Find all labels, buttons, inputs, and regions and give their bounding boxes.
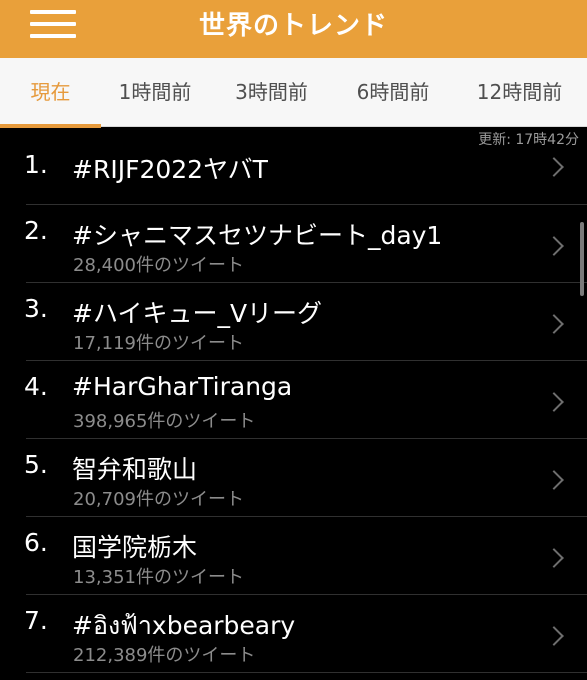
tab-now[interactable]: 現在	[0, 58, 101, 128]
trend-row[interactable]: 3. #ハイキュー_Vリーグ 17,119件のツイート	[0, 283, 587, 361]
app-header: 世界のトレンド	[0, 0, 587, 58]
tab-3-hours-ago[interactable]: 3時間前	[209, 58, 334, 127]
tweet-count: 28,400件のツイート	[73, 255, 244, 276]
chevron-right-icon	[544, 314, 564, 334]
trend-rank: 3.	[24, 294, 48, 323]
tab-12-hours-ago[interactable]: 12時間前	[452, 58, 587, 127]
trend-row[interactable]: 6. 国学院栃木 13,351件のツイート	[0, 517, 587, 595]
chevron-right-icon	[544, 157, 564, 177]
tweet-count: 20,709件のツイート	[73, 489, 244, 510]
chevron-right-icon	[544, 236, 564, 256]
tweet-count: 17,119件のツイート	[73, 333, 244, 354]
time-tabs: 現在 1時間前 3時間前 6時間前 12時間前	[0, 58, 587, 128]
scrollbar[interactable]	[580, 222, 584, 296]
trend-name: 国学院栃木	[72, 533, 198, 562]
trend-name: #ハイキュー_Vリーグ	[72, 299, 323, 328]
chevron-right-icon	[544, 548, 564, 568]
trend-rank: 2.	[24, 216, 48, 245]
tweet-count: 13,351件のツイート	[73, 567, 244, 588]
page-title: 世界のトレンド	[198, 11, 388, 41]
trend-rank: 6.	[24, 528, 48, 557]
trend-row[interactable]: 5. 智弁和歌山 20,709件のツイート	[0, 439, 587, 517]
tab-6-hours-ago[interactable]: 6時間前	[334, 58, 452, 127]
trend-name: #RIJF2022ヤバT	[72, 155, 268, 184]
trend-row[interactable]: 1. #RIJF2022ヤバT	[0, 127, 587, 205]
row-divider	[26, 672, 587, 673]
chevron-right-icon	[544, 392, 564, 412]
tab-1-hour-ago[interactable]: 1時間前	[101, 58, 209, 127]
trend-rank: 4.	[24, 372, 48, 401]
trend-name: #อิงฟ้าxbearbeary	[72, 611, 296, 640]
trend-row[interactable]: 4. #HarGharTiranga 398,965件のツイート	[0, 361, 587, 439]
tweet-count: 398,965件のツイート	[73, 411, 256, 432]
trend-rank: 1.	[24, 150, 48, 179]
trend-name: #シャニマスセツナビート_day1	[72, 221, 443, 250]
tweet-count: 212,389件のツイート	[73, 645, 256, 666]
chevron-right-icon	[544, 470, 564, 490]
chevron-right-icon	[544, 626, 564, 646]
trend-name: #HarGharTiranga	[72, 372, 293, 401]
trend-rank: 7.	[24, 606, 48, 635]
trend-row[interactable]: 2. #シャニマスセツナビート_day1 28,400件のツイート	[0, 205, 587, 283]
trend-rank: 5.	[24, 450, 48, 479]
trend-row[interactable]: 7. #อิงฟ้าxbearbeary 212,389件のツイート	[0, 595, 587, 673]
trend-name: 智弁和歌山	[72, 455, 198, 484]
